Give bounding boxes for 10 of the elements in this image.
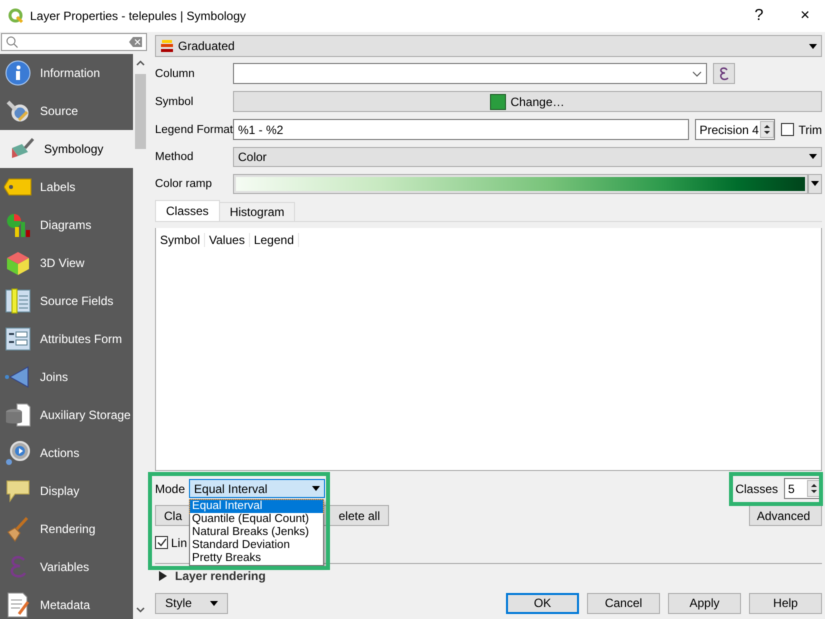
column-label: Column (155, 68, 196, 80)
color-ramp-label: Color ramp (155, 178, 213, 190)
mode-label: Mode (155, 482, 186, 496)
legend-format-label: Legend Format (155, 124, 233, 136)
trim-label: Trim (798, 122, 822, 136)
symbol-label: Symbol (155, 96, 194, 108)
window-title: Layer Properties - telepules | Symbology (30, 9, 247, 23)
method-label: Method (155, 150, 194, 162)
classes-label: Classes (735, 482, 778, 496)
link-label: Lin (171, 536, 188, 550)
